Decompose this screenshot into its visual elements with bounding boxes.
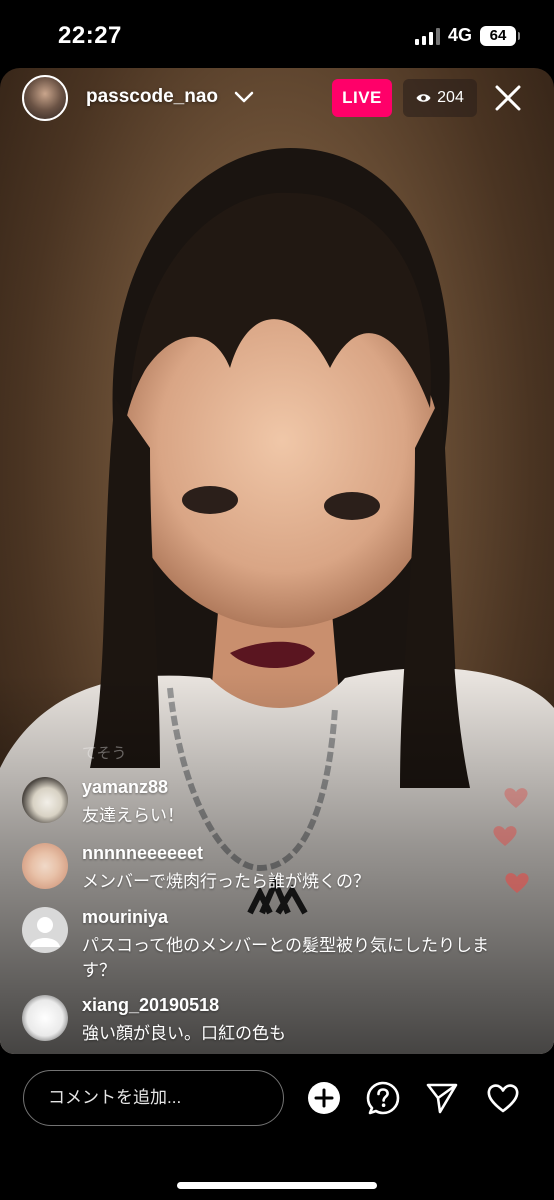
battery-level: 64 — [489, 27, 507, 44]
commenter-username[interactable]: yamanz88 — [82, 777, 168, 798]
signal-icon — [414, 27, 440, 45]
floating-heart-icon — [505, 873, 529, 893]
close-button[interactable] — [490, 80, 526, 116]
add-button[interactable] — [304, 1078, 344, 1118]
commenter-avatar[interactable] — [22, 777, 68, 823]
status-indicators: 4G 64 — [414, 25, 520, 46]
live-badge: LIVE — [332, 79, 392, 117]
default-user-icon — [30, 917, 60, 947]
commenter-username[interactable]: xiang_20190518 — [82, 995, 219, 1016]
comment-text: 強い顔が良い。口紅の色も — [82, 1024, 286, 1043]
question-icon — [366, 1081, 400, 1115]
comment-text: パスコって他のメンバーとの髪型被り気にしたりします？ — [82, 936, 489, 980]
send-icon — [426, 1083, 458, 1114]
commenter-username[interactable]: mouriniya — [82, 907, 168, 928]
close-icon — [495, 85, 521, 111]
comment-text: メンバーで焼肉行ったら誰が焼くの？ — [82, 872, 370, 891]
comment-item: yamanz88 友達えらい！ — [22, 777, 492, 829]
share-button[interactable] — [422, 1078, 462, 1118]
comment-item: mouriniya パスコって他のメンバーとの髪型被り気にしたりします？ — [22, 907, 492, 983]
comment-input[interactable] — [23, 1070, 284, 1126]
bottom-action-bar — [0, 1054, 554, 1200]
commenter-username[interactable]: nnnnneeeeeet — [82, 843, 203, 864]
floating-heart-icon — [504, 788, 528, 808]
commenter-avatar[interactable] — [22, 995, 68, 1041]
heart-icon — [487, 1084, 519, 1113]
comment-item: nnnnneeeeeet メンバーで焼肉行ったら誰が焼くの？ — [22, 843, 492, 895]
battery-icon: 64 — [480, 25, 520, 46]
comment-text: 友達えらい！ — [82, 806, 184, 825]
status-time: 22:27 — [58, 22, 122, 49]
chevron-down-icon[interactable] — [233, 88, 255, 106]
network-label: 4G — [447, 25, 472, 45]
host-username[interactable]: passcode_nao — [86, 86, 218, 108]
floating-heart-icon — [493, 826, 517, 846]
home-indicator[interactable] — [177, 1182, 377, 1189]
status-bar: 22:27 4G 64 — [0, 0, 554, 70]
viewer-count-badge[interactable]: 204 — [403, 79, 477, 117]
commenter-avatar[interactable] — [22, 907, 68, 953]
plus-circle-icon — [308, 1082, 340, 1114]
commenter-avatar[interactable] — [22, 843, 68, 889]
host-avatar[interactable] — [22, 75, 68, 121]
faded-comment-hint: てそう — [82, 745, 127, 762]
questions-button[interactable] — [363, 1078, 403, 1118]
viewer-count: 204 — [437, 89, 464, 106]
like-button[interactable] — [483, 1078, 523, 1118]
comment-item: xiang_20190518 強い顔が良い。口紅の色も — [22, 995, 492, 1047]
eye-icon — [416, 94, 431, 102]
